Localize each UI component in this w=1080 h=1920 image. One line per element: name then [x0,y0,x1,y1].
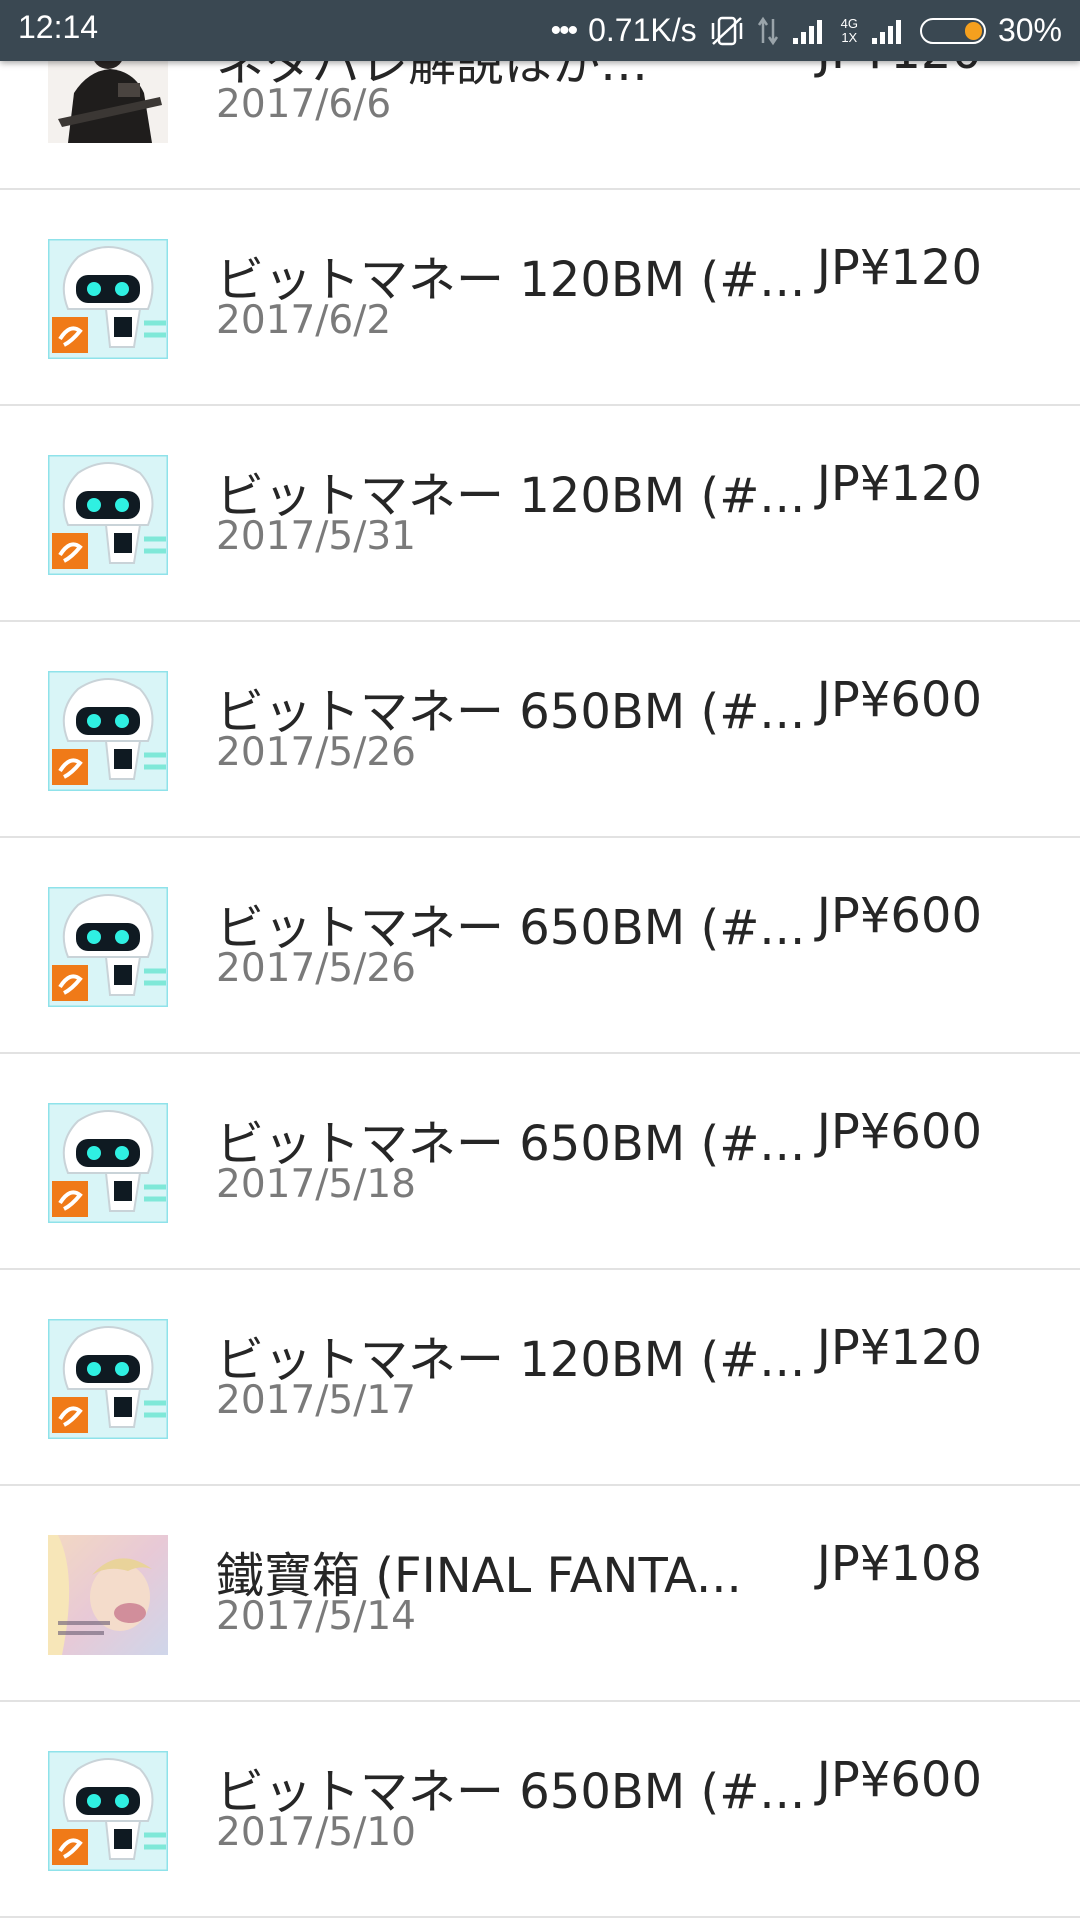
purchase-date: 2017/5/26 [216,946,416,991]
status-time: 12:14 [18,9,99,45]
robot-mascot-icon [48,887,168,1007]
network-type-secondary: 1X [841,29,858,45]
purchase-date: 2017/5/26 [216,730,416,775]
purchase-price: JP¥600 [816,888,982,944]
purchase-date: 2017/6/6 [216,82,392,127]
robot-mascot-icon [48,239,168,359]
list-item[interactable]: ビットマネー 120BM (#... 2017/5/17 JP¥120 [0,1270,1080,1486]
purchase-date: 2017/6/2 [216,298,392,343]
list-item[interactable]: ビットマネー 120BM (#... 2017/6/2 JP¥120 [0,190,1080,406]
list-item[interactable]: ビットマネー 650BM (#... 2017/5/10 JP¥600 [0,1702,1080,1918]
purchase-price: JP¥600 [816,1104,982,1160]
purchase-price: JP¥120 [816,240,982,296]
more-dots-icon: ••• [550,13,578,47]
purchase-date: 2017/5/18 [216,1162,416,1207]
robot-mascot-icon [48,1103,168,1223]
purchase-date: 2017/5/10 [216,1810,416,1855]
network-type: 4G 1X [840,15,858,45]
data-transfer-icon [757,15,779,47]
network-type-primary: 4G [840,15,858,31]
signal-bars-icon [870,16,908,46]
purchase-date: 2017/5/14 [216,1594,416,1639]
status-icons: ••• 0.71K/s 4G 1X 30% [551,0,1062,61]
network-speed: 0.71K/s [588,12,697,48]
battery-icon [919,17,986,44]
list-item[interactable]: ビットマネー 120BM (#... 2017/5/31 JP¥120 [0,406,1080,622]
robot-mascot-icon [48,1319,168,1439]
robot-mascot-icon [48,1751,168,1871]
status-bar: 12:14 ••• 0.71K/s 4G 1X 30% [0,0,1080,61]
battery-percent: 30% [997,12,1062,48]
purchase-price: JP¥120 [816,1320,982,1376]
purchase-price: JP¥120 [816,456,982,512]
ffbe-artwork-icon [48,1535,168,1655]
purchase-price: JP¥108 [816,1536,982,1592]
purchase-price: JP¥600 [816,672,982,728]
purchase-date: 2017/5/17 [216,1378,416,1423]
list-item[interactable]: ビットマネー 650BM (#... 2017/5/26 JP¥600 [0,838,1080,1054]
purchase-price: JP¥600 [816,1752,982,1808]
robot-mascot-icon [48,671,168,791]
list-item[interactable]: ビットマネー 650BM (#... 2017/5/26 JP¥600 [0,622,1080,838]
purchase-date: 2017/5/31 [216,514,416,559]
vibrate-off-icon [709,14,745,48]
robot-mascot-icon [48,455,168,575]
battery-level [964,21,982,40]
signal-bars-icon [791,16,829,46]
list-item[interactable]: 鐵寶箱 (FINAL FANTA... 2017/5/14 JP¥108 [0,1486,1080,1702]
list-item[interactable]: ビットマネー 650BM (#... 2017/5/18 JP¥600 [0,1054,1080,1270]
